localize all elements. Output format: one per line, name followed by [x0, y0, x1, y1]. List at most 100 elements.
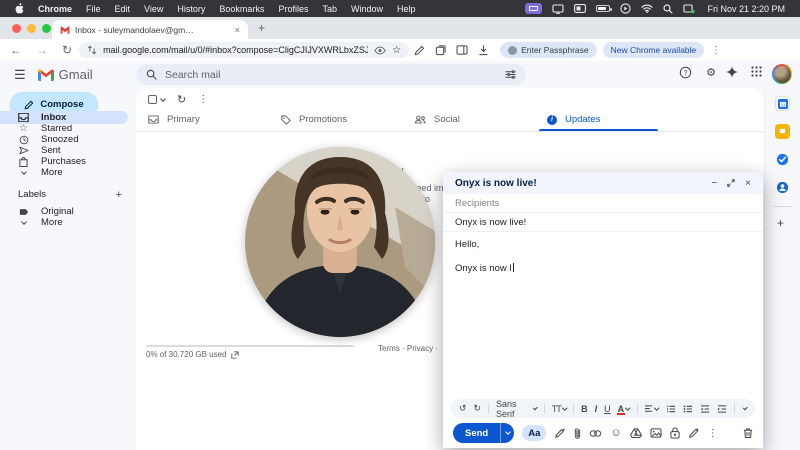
- browser-menu-icon[interactable]: ⋮: [711, 45, 721, 56]
- side-panel-icon[interactable]: [456, 45, 468, 55]
- tab-social[interactable]: Social: [402, 108, 535, 131]
- menu-help[interactable]: Help: [397, 4, 416, 14]
- bullet-list-button[interactable]: [683, 405, 693, 413]
- forward-button[interactable]: →: [36, 43, 48, 57]
- select-all-checkbox[interactable]: [148, 95, 165, 104]
- apps-grid-icon[interactable]: [751, 66, 762, 77]
- menu-file[interactable]: File: [86, 4, 101, 14]
- main-menu-icon[interactable]: ☰: [14, 67, 26, 83]
- tasks-icon[interactable]: [775, 152, 790, 167]
- font-size-dropdown[interactable]: TT: [552, 404, 567, 414]
- contacts-icon[interactable]: [775, 180, 790, 195]
- tab-organizer-icon[interactable]: [435, 45, 446, 56]
- search-filter-icon[interactable]: [505, 69, 516, 80]
- wifi-icon[interactable]: [641, 4, 653, 13]
- indent-less-button[interactable]: [700, 405, 710, 413]
- underline-button[interactable]: U: [604, 404, 611, 414]
- more-options-icon[interactable]: ⋮: [198, 94, 208, 105]
- back-button[interactable]: ←: [10, 43, 22, 57]
- download-icon[interactable]: [478, 45, 489, 56]
- menu-window[interactable]: Window: [351, 4, 383, 14]
- apple-menu-icon[interactable]: [15, 3, 24, 14]
- select-dropdown-icon[interactable]: [160, 96, 166, 102]
- discard-draft-icon[interactable]: [743, 427, 753, 439]
- bold-button[interactable]: B: [581, 404, 588, 414]
- calendar-icon[interactable]: 31: [775, 96, 790, 111]
- send-options-dropdown[interactable]: [500, 423, 514, 443]
- insert-emoji-icon[interactable]: ☺: [610, 428, 621, 439]
- minimize-icon[interactable]: −: [711, 178, 717, 189]
- refresh-icon[interactable]: ↻: [177, 93, 186, 106]
- battery-icon[interactable]: [596, 5, 610, 12]
- help-me-write-icon[interactable]: [554, 427, 566, 439]
- sidebar-item-more[interactable]: More: [0, 167, 128, 178]
- menu-tab[interactable]: Tab: [322, 4, 337, 14]
- numbered-list-button[interactable]: [666, 405, 676, 413]
- spotlight-search-icon[interactable]: [663, 4, 673, 14]
- new-tab-button[interactable]: +: [258, 21, 265, 35]
- sidebar-labels-more[interactable]: More: [0, 217, 128, 228]
- close-window-button[interactable]: [12, 24, 21, 33]
- undo-icon[interactable]: ↺: [459, 403, 467, 414]
- gemini-icon[interactable]: [726, 66, 738, 78]
- formatting-options-toggle[interactable]: Aa: [522, 425, 546, 441]
- user-switch-icon[interactable]: [683, 4, 695, 14]
- more-send-options-icon[interactable]: ⋮: [708, 428, 718, 439]
- keep-icon[interactable]: [775, 124, 790, 139]
- close-icon[interactable]: ×: [745, 178, 751, 189]
- redo-icon[interactable]: ↻: [474, 403, 482, 414]
- subject-field[interactable]: Onyx is now live!: [443, 213, 763, 232]
- display-icon[interactable]: [552, 4, 564, 14]
- compose-header[interactable]: Onyx is now live! − ×: [443, 172, 763, 194]
- minimize-window-button[interactable]: [27, 24, 36, 33]
- enter-passphrase-button[interactable]: Enter Passphrase: [500, 42, 597, 58]
- confidential-mode-icon[interactable]: [670, 427, 680, 439]
- menu-view[interactable]: View: [144, 4, 163, 14]
- external-link-icon[interactable]: [231, 351, 239, 359]
- menu-edit[interactable]: Edit: [115, 4, 131, 14]
- address-bar[interactable]: mail.google.com/mail/u/0/#inbox?compose=…: [79, 42, 409, 58]
- account-avatar[interactable]: [772, 64, 792, 84]
- send-button[interactable]: Send: [453, 423, 500, 443]
- sidebar-item-starred[interactable]: ☆ Starred: [0, 123, 128, 134]
- more-formatting-icon[interactable]: [743, 406, 748, 411]
- tab-primary[interactable]: Primary: [136, 108, 269, 131]
- fullscreen-icon[interactable]: [727, 179, 735, 187]
- tab-close-icon[interactable]: ×: [235, 25, 240, 35]
- tab-promotions[interactable]: Promotions: [269, 108, 402, 131]
- insert-drive-icon[interactable]: [630, 428, 642, 438]
- message-body[interactable]: Hello, Onyx is now l: [443, 232, 763, 282]
- zoom-window-button[interactable]: [42, 24, 51, 33]
- screen-recording-icon[interactable]: [525, 3, 542, 14]
- italic-button[interactable]: I: [595, 404, 598, 414]
- insert-link-icon[interactable]: [589, 430, 602, 437]
- sidebar-item-snoozed[interactable]: Snoozed: [0, 134, 128, 145]
- play-status-icon[interactable]: [620, 3, 631, 14]
- attach-file-icon[interactable]: [574, 427, 581, 440]
- text-color-dropdown[interactable]: A: [618, 404, 630, 414]
- window-manager-icon[interactable]: [574, 4, 586, 13]
- insert-signature-icon[interactable]: [688, 427, 700, 439]
- settings-gear-icon[interactable]: ⚙: [706, 66, 716, 79]
- search-icon[interactable]: [146, 69, 157, 80]
- site-info-icon[interactable]: [87, 45, 97, 55]
- password-eye-icon[interactable]: [374, 46, 386, 55]
- reload-button[interactable]: ↻: [62, 43, 72, 57]
- help-icon[interactable]: ?: [679, 66, 692, 79]
- font-family-dropdown[interactable]: Sans Serif: [496, 399, 537, 419]
- align-dropdown[interactable]: [644, 405, 659, 413]
- get-addons-icon[interactable]: +: [777, 216, 784, 230]
- sidebar-label-original[interactable]: Original: [0, 206, 128, 217]
- bookmark-star-icon[interactable]: ☆: [392, 45, 401, 56]
- create-label-icon[interactable]: +: [116, 189, 122, 201]
- sidebar-item-purchases[interactable]: Purchases: [0, 156, 128, 167]
- menu-history[interactable]: History: [177, 4, 205, 14]
- menu-profiles[interactable]: Profiles: [278, 4, 308, 14]
- indent-more-button[interactable]: [717, 405, 727, 413]
- search-input[interactable]: Search mail: [136, 64, 526, 85]
- new-chrome-available-button[interactable]: New Chrome available: [603, 42, 705, 58]
- recipients-field[interactable]: Recipients: [443, 194, 763, 213]
- sidebar-item-sent[interactable]: Sent: [0, 145, 128, 156]
- menu-bookmarks[interactable]: Bookmarks: [219, 4, 264, 14]
- insert-photo-icon[interactable]: [650, 428, 662, 438]
